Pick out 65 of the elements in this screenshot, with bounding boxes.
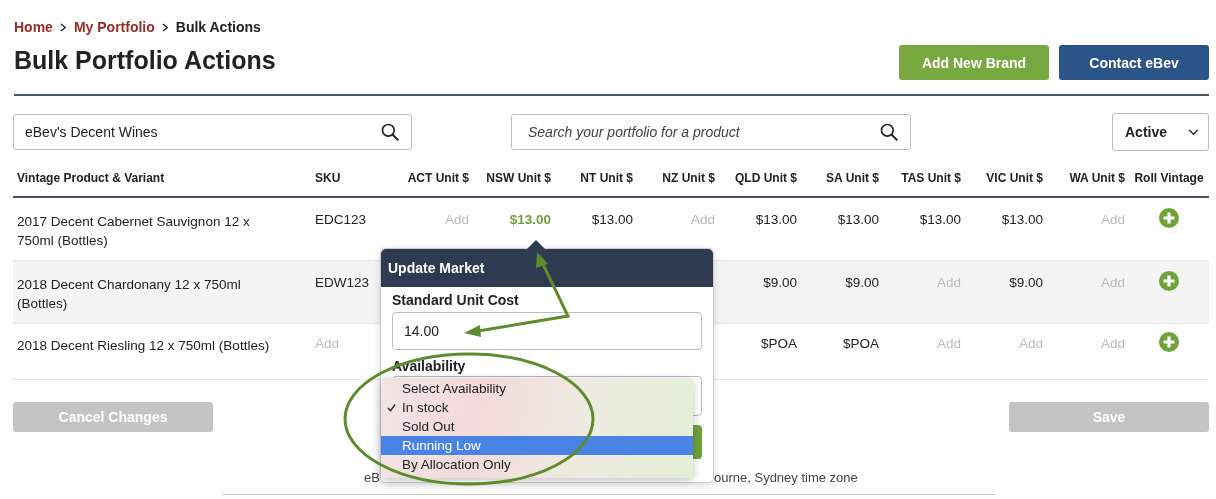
add-link[interactable]: Add [1100,275,1125,290]
price-cell: $9.00 [1009,275,1043,290]
add-circle-icon[interactable] [1159,271,1179,291]
unit-cost-field[interactable]: 14.00 [392,312,702,350]
price-cell: $13.00 [591,212,633,227]
add-link[interactable]: Add [690,212,715,227]
product-name: 2017 Decent Cabernet Sauvignon 12 x 750ml (Bottles) [17,214,250,248]
price-cell: $13.00 [1001,212,1043,227]
chevron-icon [161,22,169,32]
search-icon[interactable] [380,122,400,142]
popover-title: Update Market [388,260,485,276]
sku-cell: EDW123 [315,275,370,290]
column-header: QLD Unit $ [735,171,797,185]
chevron-icon [59,22,67,32]
header-button[interactable]: Add New Brand [899,45,1049,80]
add-link[interactable]: Add [936,336,961,351]
column-header: SA Unit $ [826,171,879,185]
add-link[interactable]: Add [1018,336,1043,351]
add-link[interactable]: Add [1100,336,1125,351]
footer-text: ourne, Sydney time zone [714,470,858,485]
menu-option[interactable]: By Allocation Only [381,455,693,474]
add-link[interactable]: Add [315,336,340,351]
price-cell: $13.00 [755,212,797,227]
column-header: WA Unit $ [1069,171,1125,185]
price-cell: $POA [842,336,879,351]
product-search-field[interactable]: Search your portfolio for a product [511,114,911,150]
column-header: ACT Unit $ [407,171,469,185]
add-link[interactable]: Add [444,212,469,227]
brand-search-field[interactable]: eBev's Decent Wines [13,114,412,150]
product-name: 2018 Decent Riesling 12 x 750ml (Bottles) [17,338,270,353]
breadcrumb-current: Bulk Actions [175,19,261,35]
add-link[interactable]: Add [936,275,961,290]
column-header: NSW Unit $ [486,171,551,185]
breadcrumb-link[interactable]: My Portfolio [73,19,155,35]
price-cell: $POA [760,336,797,351]
column-header: NZ Unit $ [662,171,715,185]
footer-text: eB [364,470,380,485]
field-label: Standard Unit Cost [392,292,520,308]
chevron-down-icon [1188,128,1199,136]
search-icon[interactable] [879,122,899,142]
price-cell: $9.00 [845,275,879,290]
menu-option[interactable]: Sold Out [381,417,693,436]
column-header: Roll Vintage [1134,171,1204,185]
price-cell: $13.00 [837,212,879,227]
field-label: Availability [392,358,467,374]
page-title: Bulk Portfolio Actions [14,45,276,75]
column-header: VIC Unit $ [986,171,1043,185]
price-cell: $13.00 [509,212,551,227]
menu-option[interactable]: Select Availability [381,379,693,398]
product-name: 2018 Decent Chardonany 12 x 750ml (Bottles) [17,277,241,311]
price-cell: $9.00 [763,275,797,290]
column-header: NT Unit $ [580,171,633,185]
menu-option[interactable]: Running Low [381,436,693,455]
sku-cell: EDC123 [315,212,367,227]
add-circle-icon[interactable] [1159,332,1179,352]
price-cell: $13.00 [919,212,961,227]
header-button[interactable]: Contact eBev [1059,45,1209,80]
column-header: Vintage Product & Variant [17,171,165,185]
add-circle-icon[interactable] [1159,208,1179,228]
status-dropdown[interactable]: Active [1112,113,1209,151]
column-header: TAS Unit $ [901,171,961,185]
add-link[interactable]: Add [1100,212,1125,227]
menu-option[interactable]: In stock [381,398,693,417]
breadcrumb-link[interactable]: Home [14,19,53,35]
column-header: SKU [315,171,341,185]
